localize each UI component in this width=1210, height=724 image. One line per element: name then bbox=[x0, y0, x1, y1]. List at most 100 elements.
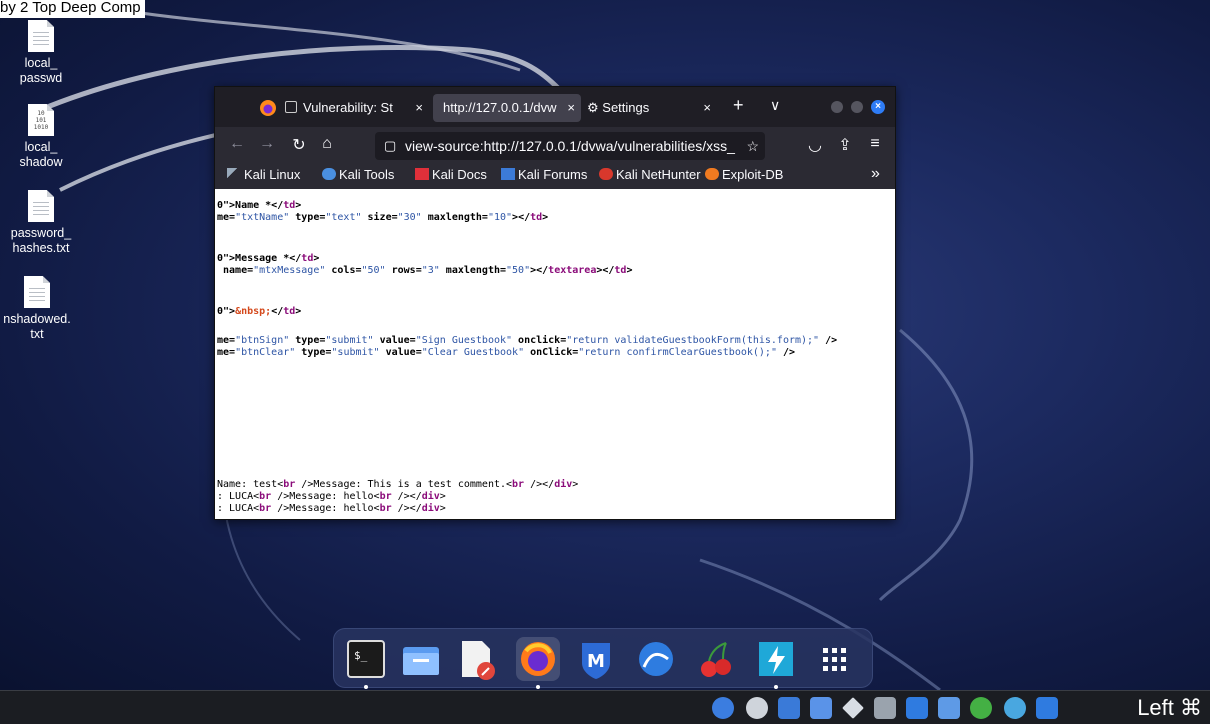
desktop-file-label: local_ bbox=[24, 56, 58, 70]
source-line: 0">&nbsp;</td> bbox=[217, 306, 301, 317]
dock-terminal[interactable]: $_ bbox=[344, 637, 388, 689]
source-text: > bbox=[313, 253, 320, 264]
desktop-file-label: password_ bbox=[10, 226, 72, 240]
home-icon[interactable]: ⌂ bbox=[317, 135, 337, 153]
source-attr: value= bbox=[373, 335, 416, 346]
bookmark-kali-tools[interactable]: Kali Tools bbox=[322, 167, 394, 182]
share-icon[interactable]: ⇪ bbox=[835, 135, 855, 155]
source-tag: td bbox=[614, 265, 627, 276]
source-text: : LUCA< bbox=[217, 491, 260, 502]
bookmark-label: Kali Linux bbox=[244, 167, 301, 182]
screens-icon[interactable] bbox=[938, 697, 960, 719]
page-source-view[interactable]: 0">Name *</td> me="txtName" type="text" … bbox=[215, 189, 895, 519]
text-editor-icon bbox=[462, 641, 495, 680]
dock-metasploit[interactable]: M bbox=[574, 637, 618, 681]
keyboard-icon[interactable] bbox=[874, 697, 896, 719]
source-tag: td bbox=[301, 253, 314, 264]
cherry-icon bbox=[701, 642, 731, 677]
source-attr: type= bbox=[289, 212, 326, 223]
globe-icon[interactable] bbox=[1004, 697, 1026, 719]
source-line: : LUCA<br />Message: hello<br /></div> bbox=[217, 503, 446, 514]
pen-icon[interactable] bbox=[842, 697, 864, 719]
new-tab-button[interactable]: + bbox=[733, 95, 744, 116]
display-icon[interactable] bbox=[906, 697, 928, 719]
dock-cherrytree[interactable] bbox=[694, 637, 738, 681]
source-value: "Sign Guestbook" bbox=[415, 335, 513, 346]
dock-files[interactable] bbox=[399, 637, 443, 681]
source-text: > bbox=[572, 479, 579, 490]
bookmark-kali-forums[interactable]: Kali Forums bbox=[501, 167, 587, 182]
back-arrow-icon[interactable]: ← bbox=[227, 135, 247, 153]
maximize-button[interactable] bbox=[851, 101, 863, 113]
text-file-icon bbox=[28, 20, 54, 52]
source-line: 0">Name *</td> bbox=[217, 200, 301, 211]
close-window-button[interactable]: × bbox=[871, 100, 885, 114]
download-icon[interactable] bbox=[1036, 697, 1058, 719]
tab-view-source[interactable]: http://127.0.0.1/dvw × bbox=[433, 94, 581, 122]
bookmark-star-icon[interactable]: ☆ bbox=[742, 132, 759, 160]
bookmarks-overflow-button[interactable]: » bbox=[871, 165, 880, 183]
dock-wireshark[interactable] bbox=[634, 637, 678, 681]
source-tag: br bbox=[379, 491, 392, 502]
source-text: > bbox=[626, 265, 633, 276]
keyboard-layout-indicator[interactable]: Left ⌘ bbox=[1137, 693, 1202, 723]
close-icon[interactable]: × bbox=[415, 94, 423, 122]
app-grid-icon bbox=[823, 648, 846, 671]
source-text: > bbox=[439, 491, 446, 502]
dock-firefox[interactable] bbox=[516, 637, 560, 689]
binary-file-icon: 10 101 1010 bbox=[28, 104, 54, 136]
finder-icon[interactable] bbox=[712, 697, 734, 719]
recording-icon[interactable] bbox=[970, 697, 992, 719]
source-attr: me= bbox=[217, 347, 236, 358]
minimize-button[interactable] bbox=[831, 101, 843, 113]
tab-list-button[interactable]: ∨ bbox=[770, 97, 780, 114]
bookmark-label: Kali NetHunter bbox=[616, 167, 701, 182]
source-line: 0">Message *</td> bbox=[217, 253, 319, 264]
menu-icon[interactable]: ≡ bbox=[865, 135, 885, 153]
source-text: 0">Message *</ bbox=[217, 253, 302, 264]
dock-text-editor[interactable] bbox=[454, 637, 498, 681]
bookmark-exploit-db[interactable]: Exploit-DB bbox=[705, 167, 783, 182]
source-tag: br bbox=[259, 491, 272, 502]
tab-vulnerability[interactable]: Vulnerability: St × bbox=[285, 94, 429, 122]
exploit-db-icon bbox=[705, 168, 719, 180]
dock-app-grid[interactable] bbox=[812, 637, 856, 681]
metasploit-icon: M bbox=[582, 643, 610, 679]
bookmark-kali-nethunter[interactable]: Kali NetHunter bbox=[599, 167, 701, 182]
pocket-icon[interactable]: ◡ bbox=[805, 135, 825, 155]
source-value: "50" bbox=[361, 265, 386, 276]
desktop-file-local-shadow[interactable]: 10 101 1010 local_ shadow bbox=[0, 104, 82, 170]
source-text: ></ bbox=[512, 212, 531, 223]
source-tag: br bbox=[259, 503, 272, 514]
source-tag: td bbox=[530, 212, 543, 223]
close-icon[interactable]: × bbox=[703, 94, 711, 122]
reload-icon[interactable]: ↻ bbox=[289, 135, 309, 155]
dock-zaproxy[interactable] bbox=[754, 637, 798, 689]
disk-icon[interactable] bbox=[746, 697, 768, 719]
url-bar[interactable]: ▢ view-source:http://127.0.0.1/dvwa/vuln… bbox=[375, 132, 765, 160]
source-value: "btnSign" bbox=[235, 335, 290, 346]
source-attr: size= bbox=[361, 212, 398, 223]
page-info-icon[interactable]: ▢ bbox=[384, 132, 396, 160]
source-tag: td bbox=[283, 306, 296, 317]
source-tag: textarea bbox=[548, 265, 597, 276]
bookmark-kali-docs[interactable]: Kali Docs bbox=[415, 167, 487, 182]
source-attr: me= bbox=[217, 212, 236, 223]
source-text: </ bbox=[271, 306, 284, 317]
desktop-file-password-hashes[interactable]: password_ hashes.txt bbox=[0, 190, 82, 256]
system-tray-bar: Left ⌘ bbox=[0, 690, 1210, 724]
source-text: Name: test< bbox=[217, 479, 284, 490]
close-icon[interactable]: × bbox=[567, 94, 575, 122]
windows-icon[interactable] bbox=[810, 697, 832, 719]
firefox-window[interactable]: Vulnerability: St × http://127.0.0.1/dvw… bbox=[214, 86, 896, 520]
source-text: 0"> bbox=[217, 306, 236, 317]
desktop-file-local-passwd[interactable]: local_ passwd bbox=[0, 20, 82, 86]
network-icon[interactable] bbox=[778, 697, 800, 719]
source-tag: br bbox=[283, 479, 296, 490]
tab-settings[interactable]: ⚙ Settings × bbox=[587, 94, 717, 122]
bookmark-kali-linux[interactable]: Kali Linux bbox=[227, 167, 300, 182]
source-attr: type= bbox=[289, 335, 326, 346]
desktop-file-unshadowed[interactable]: nshadowed. txt bbox=[0, 276, 78, 342]
forward-arrow-icon[interactable]: → bbox=[257, 135, 277, 153]
bookmark-label: Kali Docs bbox=[432, 167, 487, 182]
